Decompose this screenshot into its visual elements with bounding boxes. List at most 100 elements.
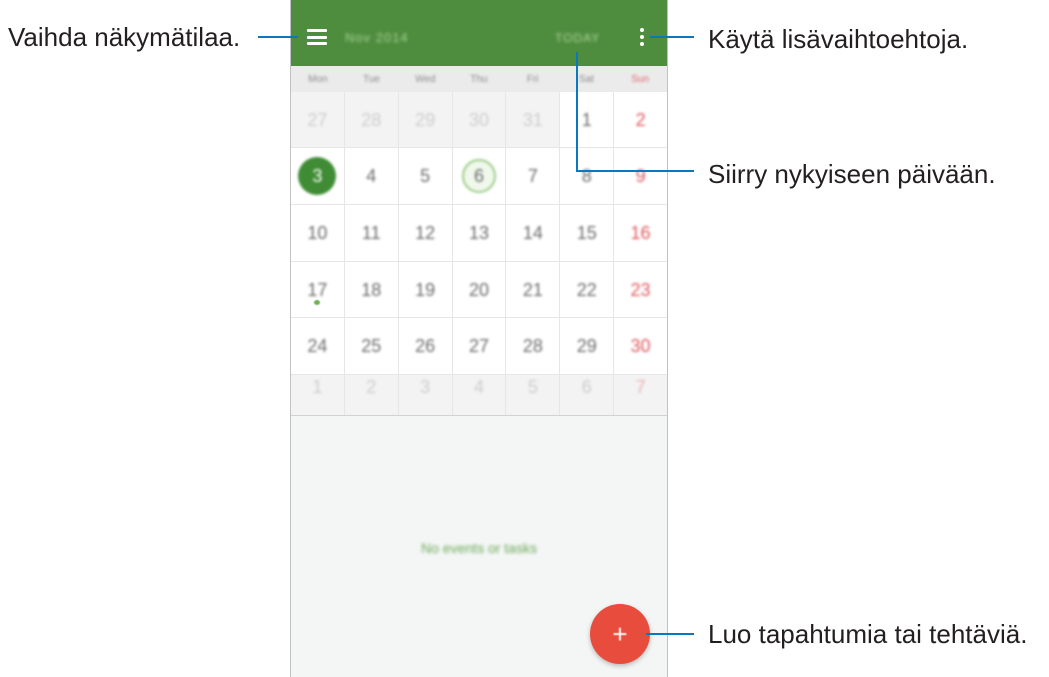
day-cell[interactable]: 29 (560, 318, 614, 374)
day-cell[interactable]: 5 (398, 148, 452, 204)
day-cell[interactable]: 12 (398, 205, 452, 261)
day-cell[interactable]: 27 (452, 318, 506, 374)
day-number: 27 (468, 336, 489, 356)
day-cell[interactable]: 26 (398, 318, 452, 374)
day-cell[interactable]: 13 (452, 205, 506, 261)
day-number: 19 (415, 279, 436, 300)
weekday-label: Tue (363, 73, 380, 85)
callout-line-today-horizontal (576, 170, 694, 172)
day-cell[interactable]: 19 (398, 262, 452, 317)
day-number: 28 (361, 109, 382, 130)
day-cell[interactable]: 2 (614, 92, 667, 147)
day-number: 7 (527, 166, 538, 186)
day-number: 25 (361, 336, 382, 356)
day-number: 22 (576, 279, 597, 300)
day-number: 7 (635, 377, 646, 397)
day-cell[interactable]: 18 (344, 262, 398, 317)
add-event-button[interactable]: + (590, 604, 650, 664)
calendar-screen: Nov 2014 TODAY Mon Tue Wed Thu Fri Sat S… (290, 0, 668, 677)
view-mode-button[interactable] (307, 29, 327, 45)
day-number: 1 (581, 109, 592, 130)
day-cell-today[interactable]: 6 (452, 148, 506, 204)
month-label[interactable]: Nov 2014 (345, 30, 409, 45)
more-options-icon-dot (640, 28, 644, 32)
day-cell[interactable]: 8 (560, 148, 614, 204)
day-number: 29 (576, 336, 597, 356)
day-cell[interactable]: 4 (344, 148, 398, 204)
day-number: 28 (522, 336, 543, 356)
month-grid: 27 28 29 30 31 1 2 3 4 5 6 7 8 9 10 11 1… (291, 92, 667, 415)
day-cell[interactable]: 4 (452, 375, 506, 415)
day-number: 13 (468, 223, 489, 243)
day-cell[interactable]: 16 (614, 205, 667, 261)
day-number: 5 (420, 166, 431, 186)
callout-line-view-mode (258, 36, 298, 38)
day-cell[interactable]: 22 (560, 262, 614, 317)
day-number: 16 (630, 223, 651, 243)
day-number: 24 (307, 336, 328, 356)
grid-divider (291, 415, 667, 416)
day-cell[interactable]: 23 (614, 262, 667, 317)
day-cell[interactable]: 1 (560, 92, 614, 147)
day-cell[interactable]: 3 (398, 375, 452, 415)
day-cell[interactable]: 28 (344, 92, 398, 147)
day-cell[interactable]: 25 (344, 318, 398, 374)
callout-change-view: Vaihda näkymätilaa. (8, 22, 241, 52)
day-cell[interactable]: 10 (291, 205, 344, 261)
day-number: 23 (630, 279, 651, 300)
weekday-label: Sun (631, 73, 650, 85)
more-options-icon-dot (640, 35, 644, 39)
day-number: 10 (307, 223, 328, 243)
day-cell[interactable]: 28 (506, 318, 560, 374)
day-number: 30 (630, 336, 651, 356)
hamburger-menu-icon (307, 29, 327, 32)
day-cell[interactable]: 20 (452, 262, 506, 317)
day-cell[interactable]: 17 (291, 262, 344, 317)
weekday-label: Wed (415, 73, 436, 85)
hamburger-menu-icon-bar (307, 42, 327, 45)
day-number: 20 (468, 279, 489, 300)
day-cell[interactable]: 30 (452, 92, 506, 147)
callout-line-today-vertical (576, 52, 578, 172)
day-number: 15 (576, 223, 597, 243)
callout-create-item: Luo tapahtumia tai tehtäviä. (708, 619, 1028, 649)
day-cell[interactable]: 7 (614, 375, 667, 415)
day-cell[interactable]: 11 (344, 205, 398, 261)
day-number: 26 (415, 336, 436, 356)
day-cell[interactable]: 24 (291, 318, 344, 374)
day-cell[interactable]: 27 (291, 92, 344, 147)
day-cell[interactable]: 5 (506, 375, 560, 415)
more-options-icon-dot (640, 42, 644, 46)
day-number: 30 (468, 109, 489, 130)
day-number: 6 (461, 159, 496, 193)
callout-more-options: Käytä lisävaihtoehtoja. (708, 24, 969, 54)
day-number: 2 (635, 109, 646, 130)
day-cell[interactable]: 9 (614, 148, 667, 204)
day-number: 9 (635, 166, 646, 186)
day-number: 11 (361, 223, 381, 243)
day-cell[interactable]: 31 (506, 92, 560, 147)
today-button[interactable]: TODAY (555, 31, 600, 45)
day-cell[interactable]: 7 (506, 148, 560, 204)
day-cell[interactable]: 21 (506, 262, 560, 317)
more-options-icon[interactable] (639, 28, 645, 46)
day-cell[interactable]: 15 (560, 205, 614, 261)
event-indicator-icon (314, 300, 321, 305)
day-number: 29 (415, 109, 436, 130)
day-number: 18 (361, 279, 382, 300)
day-cell[interactable]: 29 (398, 92, 452, 147)
day-number: 8 (581, 166, 592, 186)
day-cell[interactable]: 1 (291, 375, 344, 415)
empty-events-message: No events or tasks (421, 540, 537, 556)
callout-line-more-options (650, 36, 694, 38)
weekday-label: Sat (578, 73, 594, 85)
day-cell-selected[interactable]: 3 (291, 148, 344, 204)
day-cell[interactable]: 2 (344, 375, 398, 415)
day-number: 1 (312, 377, 323, 397)
day-number: 3 (298, 157, 337, 195)
day-number: 27 (307, 109, 328, 130)
day-cell[interactable]: 6 (560, 375, 614, 415)
day-number: 17 (307, 279, 328, 300)
day-cell[interactable]: 30 (614, 318, 667, 374)
day-cell[interactable]: 14 (506, 205, 560, 261)
